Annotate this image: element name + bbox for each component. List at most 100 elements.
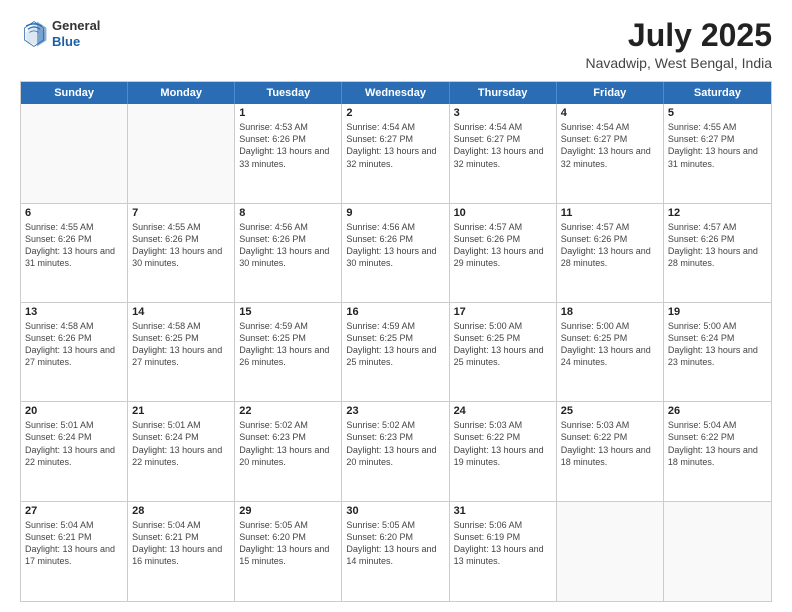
- calendar-row-4: 20 Sunrise: 5:01 AM Sunset: 6:24 PM Dayli…: [21, 402, 771, 501]
- calendar-header: Sunday Monday Tuesday Wednesday Thursday…: [21, 82, 771, 104]
- calendar-day-1: 1 Sunrise: 4:53 AM Sunset: 6:26 PM Daylig…: [235, 104, 342, 202]
- day-detail: Sunrise: 4:54 AM Sunset: 6:27 PM Dayligh…: [346, 121, 444, 170]
- logo: General Blue: [20, 18, 100, 49]
- day-number: 5: [668, 107, 767, 119]
- day-detail: Sunrise: 5:02 AM Sunset: 6:23 PM Dayligh…: [239, 419, 337, 468]
- calendar-day-12: 12 Sunrise: 4:57 AM Sunset: 6:26 PM Dayli…: [664, 204, 771, 302]
- day-detail: Sunrise: 4:59 AM Sunset: 6:25 PM Dayligh…: [346, 320, 444, 369]
- calendar-day-26: 26 Sunrise: 5:04 AM Sunset: 6:22 PM Dayli…: [664, 402, 771, 500]
- day-number: 28: [132, 505, 230, 517]
- calendar-empty-cell: [557, 502, 664, 601]
- day-number: 23: [346, 405, 444, 417]
- day-number: 31: [454, 505, 552, 517]
- day-number: 30: [346, 505, 444, 517]
- day-number: 26: [668, 405, 767, 417]
- day-number: 1: [239, 107, 337, 119]
- day-number: 6: [25, 207, 123, 219]
- calendar-day-14: 14 Sunrise: 4:58 AM Sunset: 6:25 PM Dayli…: [128, 303, 235, 401]
- day-detail: Sunrise: 5:00 AM Sunset: 6:25 PM Dayligh…: [561, 320, 659, 369]
- calendar-day-19: 19Sunrise: 5:00 AM Sunset: 6:24 PM Dayli…: [664, 303, 771, 401]
- calendar-day-13: 13Sunrise: 4:58 AM Sunset: 6:26 PM Dayli…: [21, 303, 128, 401]
- day-detail: Sunrise: 4:55 AM Sunset: 6:26 PM Dayligh…: [132, 221, 230, 270]
- header-thursday: Thursday: [450, 82, 557, 104]
- calendar-row-5: 27 Sunrise: 5:04 AM Sunset: 6:21 PM Dayli…: [21, 502, 771, 601]
- logo-general: General: [52, 18, 100, 34]
- calendar-day-31: 31Sunrise: 5:06 AM Sunset: 6:19 PM Dayli…: [450, 502, 557, 601]
- calendar-day-25: 25 Sunrise: 5:03 AM Sunset: 6:22 PM Dayli…: [557, 402, 664, 500]
- day-number: 25: [561, 405, 659, 417]
- header-monday: Monday: [128, 82, 235, 104]
- day-number: 18: [561, 306, 659, 318]
- day-number: 27: [25, 505, 123, 517]
- day-detail: Sunrise: 4:58 AM Sunset: 6:25 PM Dayligh…: [132, 320, 230, 369]
- day-number: 4: [561, 107, 659, 119]
- day-number: 10: [454, 207, 552, 219]
- day-detail: Sunrise: 4:56 AM Sunset: 6:26 PM Dayligh…: [239, 221, 337, 270]
- calendar-day-20: 20 Sunrise: 5:01 AM Sunset: 6:24 PM Dayli…: [21, 402, 128, 500]
- calendar-day-2: 2 Sunrise: 4:54 AM Sunset: 6:27 PM Daylig…: [342, 104, 449, 202]
- calendar-day-3: 3Sunrise: 4:54 AM Sunset: 6:27 PM Daylig…: [450, 104, 557, 202]
- header-saturday: Saturday: [664, 82, 771, 104]
- day-number: 29: [239, 505, 337, 517]
- day-number: 20: [25, 405, 123, 417]
- title-block: July 2025 Navadwip, West Bengal, India: [585, 18, 772, 71]
- day-detail: Sunrise: 5:04 AM Sunset: 6:21 PM Dayligh…: [25, 519, 123, 568]
- day-detail: Sunrise: 4:59 AM Sunset: 6:25 PM Dayligh…: [239, 320, 337, 369]
- day-detail: Sunrise: 4:53 AM Sunset: 6:26 PM Dayligh…: [239, 121, 337, 170]
- calendar-day-30: 30 Sunrise: 5:05 AM Sunset: 6:20 PM Dayli…: [342, 502, 449, 601]
- calendar-empty-cell: [664, 502, 771, 601]
- calendar-empty-cell: [128, 104, 235, 202]
- calendar-day-17: 17 Sunrise: 5:00 AM Sunset: 6:25 PM Dayli…: [450, 303, 557, 401]
- day-detail: Sunrise: 5:04 AM Sunset: 6:21 PM Dayligh…: [132, 519, 230, 568]
- day-detail: Sunrise: 5:03 AM Sunset: 6:22 PM Dayligh…: [454, 419, 552, 468]
- calendar-day-21: 21Sunrise: 5:01 AM Sunset: 6:24 PM Dayli…: [128, 402, 235, 500]
- day-number: 22: [239, 405, 337, 417]
- calendar-day-24: 24 Sunrise: 5:03 AM Sunset: 6:22 PM Dayli…: [450, 402, 557, 500]
- logo-icon: [20, 20, 48, 48]
- day-detail: Sunrise: 5:03 AM Sunset: 6:22 PM Dayligh…: [561, 419, 659, 468]
- day-number: 14: [132, 306, 230, 318]
- day-detail: Sunrise: 5:00 AM Sunset: 6:24 PM Dayligh…: [668, 320, 767, 369]
- day-number: 17: [454, 306, 552, 318]
- calendar: Sunday Monday Tuesday Wednesday Thursday…: [20, 81, 772, 602]
- header-tuesday: Tuesday: [235, 82, 342, 104]
- day-number: 7: [132, 207, 230, 219]
- day-number: 24: [454, 405, 552, 417]
- day-number: 16: [346, 306, 444, 318]
- day-detail: Sunrise: 4:55 AM Sunset: 6:27 PM Dayligh…: [668, 121, 767, 170]
- calendar-day-10: 10Sunrise: 4:57 AM Sunset: 6:26 PM Dayli…: [450, 204, 557, 302]
- day-detail: Sunrise: 4:57 AM Sunset: 6:26 PM Dayligh…: [668, 221, 767, 270]
- calendar-day-9: 9Sunrise: 4:56 AM Sunset: 6:26 PM Daylig…: [342, 204, 449, 302]
- day-number: 15: [239, 306, 337, 318]
- header: General Blue July 2025 Navadwip, West Be…: [20, 18, 772, 71]
- header-wednesday: Wednesday: [342, 82, 449, 104]
- calendar-day-23: 23 Sunrise: 5:02 AM Sunset: 6:23 PM Dayli…: [342, 402, 449, 500]
- day-detail: Sunrise: 5:05 AM Sunset: 6:20 PM Dayligh…: [239, 519, 337, 568]
- calendar-body: 1 Sunrise: 4:53 AM Sunset: 6:26 PM Daylig…: [21, 104, 771, 601]
- header-friday: Friday: [557, 82, 664, 104]
- day-detail: Sunrise: 5:02 AM Sunset: 6:23 PM Dayligh…: [346, 419, 444, 468]
- page: General Blue July 2025 Navadwip, West Be…: [0, 0, 792, 612]
- calendar-day-27: 27 Sunrise: 5:04 AM Sunset: 6:21 PM Dayli…: [21, 502, 128, 601]
- month-year: July 2025: [585, 18, 772, 53]
- calendar-day-8: 8 Sunrise: 4:56 AM Sunset: 6:26 PM Daylig…: [235, 204, 342, 302]
- day-detail: Sunrise: 4:57 AM Sunset: 6:26 PM Dayligh…: [561, 221, 659, 270]
- day-detail: Sunrise: 5:00 AM Sunset: 6:25 PM Dayligh…: [454, 320, 552, 369]
- calendar-day-5: 5 Sunrise: 4:55 AM Sunset: 6:27 PM Daylig…: [664, 104, 771, 202]
- calendar-row-1: 1 Sunrise: 4:53 AM Sunset: 6:26 PM Daylig…: [21, 104, 771, 203]
- calendar-empty-cell: [21, 104, 128, 202]
- day-number: 12: [668, 207, 767, 219]
- day-number: 2: [346, 107, 444, 119]
- day-detail: Sunrise: 5:04 AM Sunset: 6:22 PM Dayligh…: [668, 419, 767, 468]
- day-detail: Sunrise: 4:54 AM Sunset: 6:27 PM Dayligh…: [454, 121, 552, 170]
- calendar-day-18: 18 Sunrise: 5:00 AM Sunset: 6:25 PM Dayli…: [557, 303, 664, 401]
- day-detail: Sunrise: 5:05 AM Sunset: 6:20 PM Dayligh…: [346, 519, 444, 568]
- day-number: 13: [25, 306, 123, 318]
- day-number: 8: [239, 207, 337, 219]
- calendar-row-3: 13Sunrise: 4:58 AM Sunset: 6:26 PM Dayli…: [21, 303, 771, 402]
- calendar-day-7: 7 Sunrise: 4:55 AM Sunset: 6:26 PM Daylig…: [128, 204, 235, 302]
- day-detail: Sunrise: 4:54 AM Sunset: 6:27 PM Dayligh…: [561, 121, 659, 170]
- calendar-day-22: 22 Sunrise: 5:02 AM Sunset: 6:23 PM Dayli…: [235, 402, 342, 500]
- calendar-day-15: 15 Sunrise: 4:59 AM Sunset: 6:25 PM Dayli…: [235, 303, 342, 401]
- day-detail: Sunrise: 5:01 AM Sunset: 6:24 PM Dayligh…: [25, 419, 123, 468]
